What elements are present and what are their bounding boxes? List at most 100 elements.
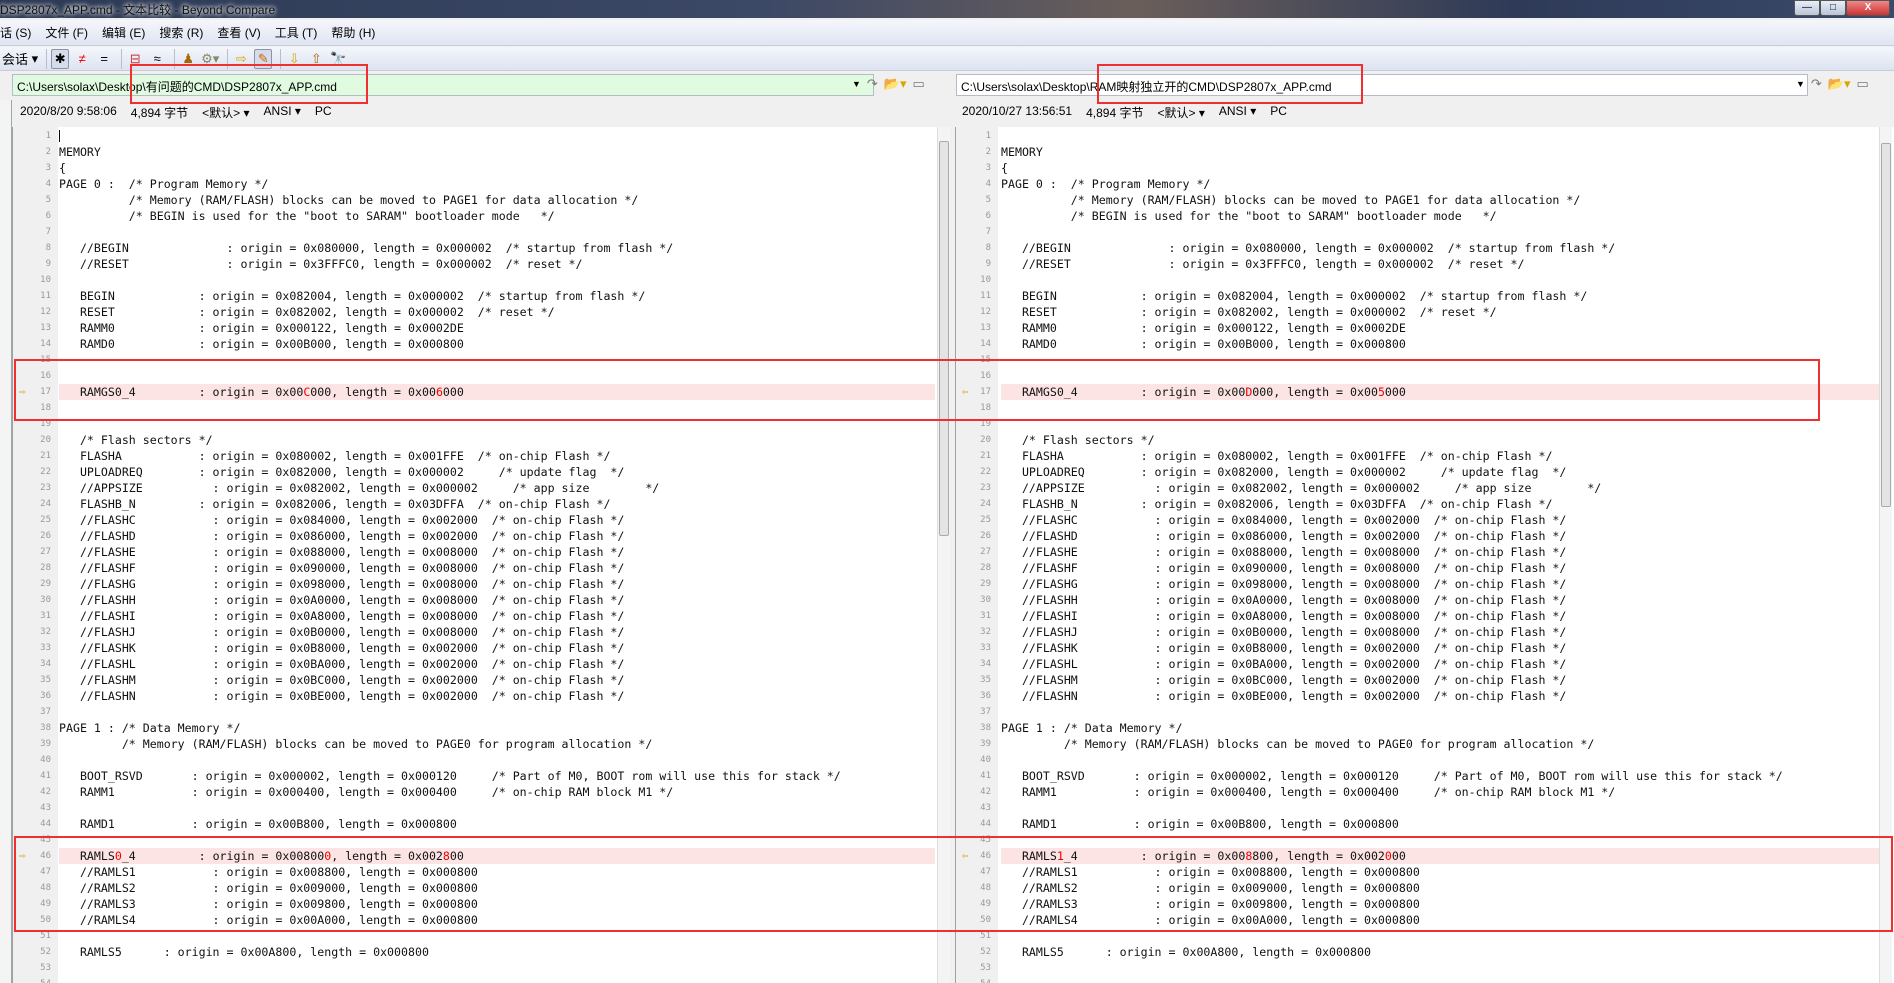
code-line[interactable]: 22 UPLOADREQ : origin = 0x082000, length…: [956, 464, 1879, 480]
code-line[interactable]: 42 RAMM1 : origin = 0x000400, length = 0…: [13, 784, 935, 800]
code-line[interactable]: 9 //RESET : origin = 0x3FFFC0, length = …: [13, 256, 935, 272]
left-line-endings[interactable]: PC: [315, 104, 332, 122]
code-line[interactable]: 50 //RAMLS4 : origin = 0x00A000, length …: [956, 912, 1879, 928]
code-line[interactable]: 54: [13, 976, 935, 983]
left-encoding-select[interactable]: ANSI ▾: [264, 104, 301, 122]
code-line[interactable]: 7: [956, 224, 1879, 240]
code-line[interactable]: 4 PAGE 0 : /* Program Memory */: [956, 176, 1879, 192]
code-line[interactable]: 31 //FLASHI : origin = 0x0A8000, length …: [956, 608, 1879, 624]
code-line[interactable]: 26 //FLASHD : origin = 0x086000, length …: [956, 528, 1879, 544]
diff-line[interactable]: 17 ⇨ RAMGS0_4 : origin = 0x00C000, length…: [13, 384, 935, 400]
code-line[interactable]: 36 //FLASHN : origin = 0x0BE000, length …: [13, 688, 935, 704]
code-line[interactable]: 40: [13, 752, 935, 768]
minimize-button[interactable]: —: [1794, 0, 1820, 16]
code-line[interactable]: 10: [956, 272, 1879, 288]
find-icon[interactable]: 🔭: [329, 49, 347, 69]
code-line[interactable]: 4 PAGE 0 : /* Program Memory */: [13, 176, 935, 192]
code-line[interactable]: 45: [13, 832, 935, 848]
code-line[interactable]: 21 FLASHA : origin = 0x080002, length = …: [13, 448, 935, 464]
swap-icon[interactable]: ↷: [1811, 76, 1822, 92]
code-line[interactable]: 30 //FLASHH : origin = 0x0A0000, length …: [13, 592, 935, 608]
code-line[interactable]: 23 //APPSIZE : origin = 0x082002, length…: [13, 480, 935, 496]
code-line[interactable]: 5 /* Memory (RAM/FLASH) blocks can be mo…: [13, 192, 935, 208]
context-icon[interactable]: ⊟: [126, 49, 144, 69]
code-line[interactable]: 51: [13, 928, 935, 944]
open-folder-icon[interactable]: 📂▾: [1828, 76, 1851, 92]
next-difference-icon[interactable]: ⇩: [285, 49, 303, 69]
code-line[interactable]: 44 RAMD1 : origin = 0x00B800, length = 0…: [13, 816, 935, 832]
save-icon[interactable]: ▭: [1857, 76, 1869, 92]
code-line[interactable]: 28 //FLASHF : origin = 0x090000, length …: [13, 560, 935, 576]
rules-icon[interactable]: ♟: [179, 49, 197, 69]
code-line[interactable]: 6 /* BEGIN is used for the "boot to SARA…: [13, 208, 935, 224]
code-line[interactable]: 38 PAGE 1 : /* Data Memory */: [956, 720, 1879, 736]
code-line[interactable]: 39 /* Memory (RAM/FLASH) blocks can be m…: [13, 736, 935, 752]
code-line[interactable]: 20 /* Flash sectors */: [13, 432, 935, 448]
swap-icon[interactable]: ↷: [867, 76, 878, 92]
code-line[interactable]: 11 BEGIN : origin = 0x082004, length = 0…: [13, 288, 935, 304]
copy-to-right-arrow-icon[interactable]: ⇨: [19, 850, 31, 861]
code-line[interactable]: 16: [13, 368, 935, 384]
left-path-input[interactable]: C:\Users\solax\Desktop\有问题的CMD\DSP2807x_…: [12, 74, 874, 96]
code-line[interactable]: 51: [956, 928, 1879, 944]
code-line[interactable]: 13 RAMM0 : origin = 0x000122, length = 0…: [956, 320, 1879, 336]
code-line[interactable]: 3{: [13, 160, 935, 176]
left-format-select[interactable]: <默认> ▾: [202, 104, 249, 122]
code-line[interactable]: 12 RESET : origin = 0x082002, length = 0…: [956, 304, 1879, 320]
code-line[interactable]: 26 //FLASHD : origin = 0x086000, length …: [13, 528, 935, 544]
path-dropdown-icon[interactable]: ▼: [1796, 79, 1805, 92]
menu-session[interactable]: 话 (S): [0, 24, 31, 41]
code-line[interactable]: 30 //FLASHH : origin = 0x0A0000, length …: [956, 592, 1879, 608]
code-line[interactable]: 43: [956, 800, 1879, 816]
right-format-select[interactable]: <默认> ▾: [1157, 104, 1204, 122]
menu-search[interactable]: 搜索 (R): [159, 24, 203, 41]
code-line[interactable]: 47 //RAMLS1 : origin = 0x008800, length …: [956, 864, 1879, 880]
code-line[interactable]: 54: [956, 976, 1879, 983]
code-line[interactable]: 48 //RAMLS2 : origin = 0x009000, length …: [956, 880, 1879, 896]
code-line[interactable]: 3{: [956, 160, 1879, 176]
code-line[interactable]: 32 //FLASHJ : origin = 0x0B0000, length …: [956, 624, 1879, 640]
code-line[interactable]: 7: [13, 224, 935, 240]
code-line[interactable]: 27 //FLASHE : origin = 0x088000, length …: [956, 544, 1879, 560]
code-line[interactable]: 42 RAMM1 : origin = 0x000400, length = 0…: [956, 784, 1879, 800]
code-line[interactable]: 15: [13, 352, 935, 368]
code-line[interactable]: 49 //RAMLS3 : origin = 0x009800, length …: [956, 896, 1879, 912]
left-scrollbar[interactable]: [937, 127, 950, 983]
code-line[interactable]: 29 //FLASHG : origin = 0x098000, length …: [13, 576, 935, 592]
code-line[interactable]: 19: [956, 416, 1879, 432]
code-line[interactable]: 53: [956, 960, 1879, 976]
save-icon[interactable]: ▭: [913, 76, 925, 92]
edit-icon[interactable]: ✎: [254, 48, 273, 69]
diff-line[interactable]: 46 ⇦ RAMLS1_4 : origin = 0x008800, length…: [956, 848, 1879, 864]
code-line[interactable]: 8 //BEGIN : origin = 0x080000, length = …: [956, 240, 1879, 256]
code-line[interactable]: 28 //FLASHF : origin = 0x090000, length …: [956, 560, 1879, 576]
code-line[interactable]: 32 //FLASHJ : origin = 0x0B0000, length …: [13, 624, 935, 640]
code-line[interactable]: 8 //BEGIN : origin = 0x080000, length = …: [13, 240, 935, 256]
diff-line[interactable]: 46 ⇨ RAMLS0_4 : origin = 0x008000, length…: [13, 848, 935, 864]
menu-edit[interactable]: 编辑 (E): [102, 24, 145, 41]
code-line[interactable]: 16: [956, 368, 1879, 384]
code-line[interactable]: 2 MEMORY: [956, 144, 1879, 160]
session-button[interactable]: 会话 ▾: [2, 49, 38, 69]
code-line[interactable]: 47 //RAMLS1 : origin = 0x008800, length …: [13, 864, 935, 880]
code-line[interactable]: 33 //FLASHK : origin = 0x0B8000, length …: [13, 640, 935, 656]
code-line[interactable]: 10: [13, 272, 935, 288]
menu-file[interactable]: 文件 (F): [45, 24, 88, 41]
code-line[interactable]: 18: [956, 400, 1879, 416]
code-line[interactable]: 22 UPLOADREQ : origin = 0x082000, length…: [13, 464, 935, 480]
code-line[interactable]: 5 /* Memory (RAM/FLASH) blocks can be mo…: [956, 192, 1879, 208]
menu-view[interactable]: 查看 (V): [217, 24, 260, 41]
code-line[interactable]: 49 //RAMLS3 : origin = 0x009800, length …: [13, 896, 935, 912]
code-line[interactable]: 24 FLASHB_N : origin = 0x082006, length …: [956, 496, 1879, 512]
maximize-button[interactable]: □: [1820, 0, 1846, 16]
code-line[interactable]: 24 FLASHB_N : origin = 0x082006, length …: [13, 496, 935, 512]
right-scroll-thumb[interactable]: [1881, 143, 1891, 507]
code-line[interactable]: 19: [13, 416, 935, 432]
show-all-icon[interactable]: ✱: [51, 48, 70, 69]
code-line[interactable]: 18: [13, 400, 935, 416]
code-line[interactable]: 34 //FLASHL : origin = 0x0BA000, length …: [956, 656, 1879, 672]
right-path-input[interactable]: C:\Users\solax\Desktop\RAM映射独立开的CMD\DSP2…: [956, 74, 1808, 96]
code-line[interactable]: 39 /* Memory (RAM/FLASH) blocks can be m…: [956, 736, 1879, 752]
show-differences-icon[interactable]: ≠: [73, 49, 91, 69]
code-line[interactable]: 35 //FLASHM : origin = 0x0BC000, length …: [956, 672, 1879, 688]
